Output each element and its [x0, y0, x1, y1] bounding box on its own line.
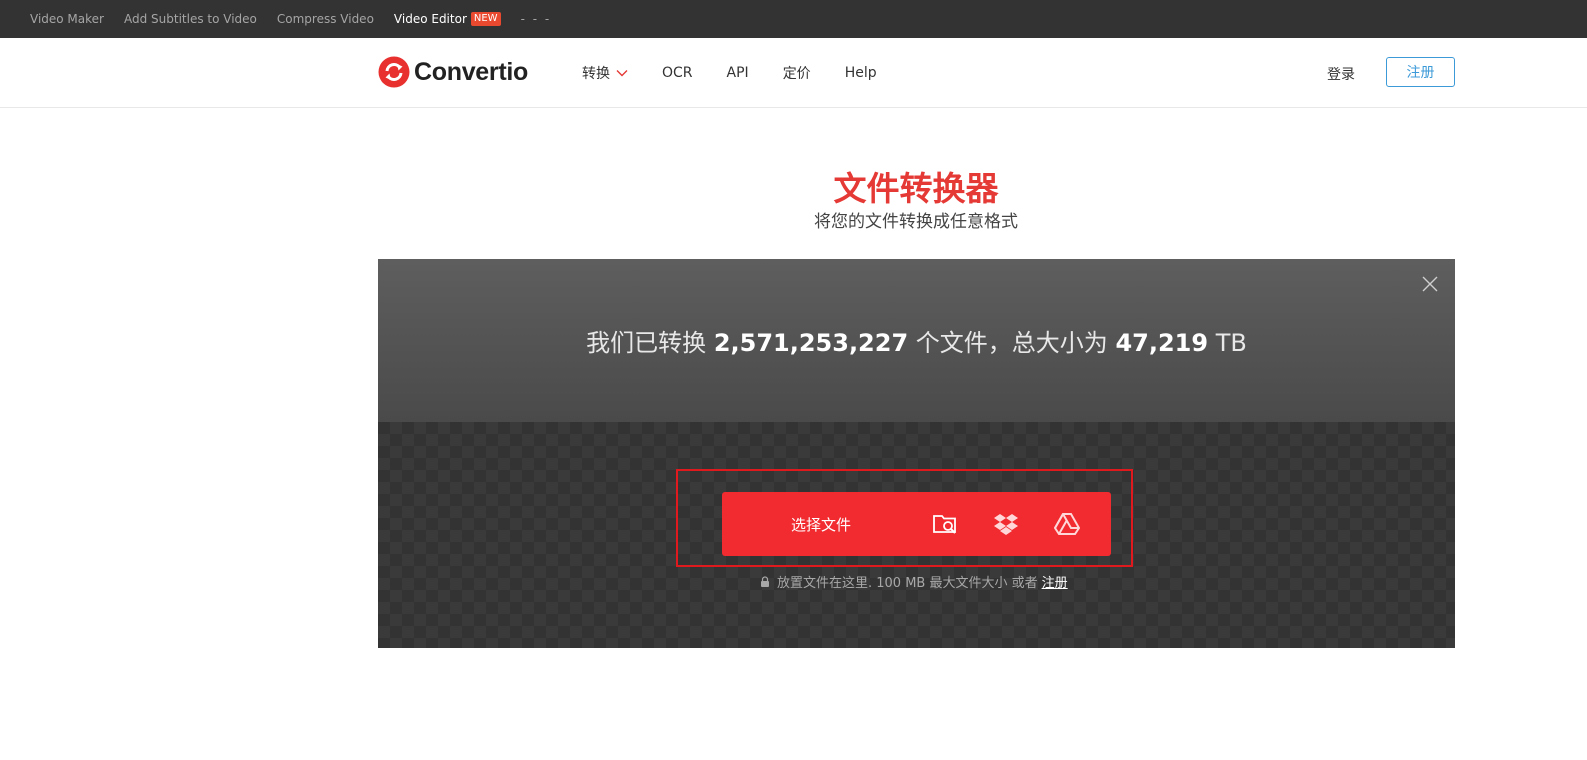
choose-files-button[interactable]: 选择文件 [722, 492, 1111, 556]
page-title: 文件转换器 [833, 169, 999, 208]
brand-name: Convertio [414, 57, 528, 86]
chevron-down-icon [616, 70, 628, 77]
conversion-stats: 我们已转换 2,571,253,227 个文件，总大小为 47,219 TB [378, 323, 1455, 358]
nav-item-help[interactable]: Help [845, 65, 877, 81]
choose-files-label: 选择文件 [791, 516, 852, 534]
stats-middle: 个文件，总大小为 [915, 329, 1108, 357]
topbar-link-compress-video[interactable]: Compress Video [277, 12, 374, 26]
nav-item-ocr[interactable]: OCR [662, 65, 693, 81]
topbar-link-video-editor-label: Video Editor [393, 12, 467, 26]
stats-files-count: 2,571,253,227 [713, 329, 909, 357]
topbar-more[interactable]: - - - [521, 12, 552, 26]
stats-unit: TB [1215, 329, 1247, 357]
nav-item-convert[interactable]: 转换 [582, 63, 628, 83]
top-strip: Video Maker Add Subtitles to Video Compr… [0, 0, 1587, 38]
convertio-logo-icon [378, 56, 410, 88]
brand-logo[interactable]: Convertio [378, 56, 528, 88]
topbar-link-video-editor[interactable]: Video Editor NEW [394, 12, 501, 26]
topbar-link-add-subtitles[interactable]: Add Subtitles to Video [124, 12, 257, 26]
stats-total-size: 47,219 [1115, 329, 1209, 357]
main-nav: 转换 OCR API 定价 Help [582, 38, 911, 108]
lock-icon [761, 576, 769, 587]
nav-item-pricing[interactable]: 定价 [783, 63, 811, 83]
new-badge: NEW [470, 12, 501, 26]
login-link[interactable]: 登录 [1327, 64, 1355, 84]
upload-hint-text: 放置文件在这里. 100 MB 最大文件大小 或者 [777, 576, 1038, 591]
close-icon[interactable] [1421, 275, 1439, 293]
google-drive-icon[interactable] [1054, 512, 1080, 536]
upload-hint: 放置文件在这里. 100 MB 最大文件大小 或者 注册 [760, 572, 1068, 591]
topbar-link-video-maker[interactable]: Video Maker [30, 12, 104, 26]
hint-signup-link[interactable]: 注册 [1042, 572, 1068, 591]
stats-prefix: 我们已转换 [586, 329, 707, 357]
site-header: Convertio 转换 OCR API 定价 Help 登录 注册 [0, 38, 1587, 108]
signup-button[interactable]: 注册 [1386, 57, 1455, 87]
dropbox-icon[interactable] [993, 512, 1019, 536]
nav-item-convert-label: 转换 [582, 66, 610, 82]
folder-search-icon[interactable] [932, 512, 958, 536]
nav-item-api[interactable]: API [727, 65, 749, 81]
page-subtitle: 将您的文件转换成任意格式 [814, 212, 1018, 232]
